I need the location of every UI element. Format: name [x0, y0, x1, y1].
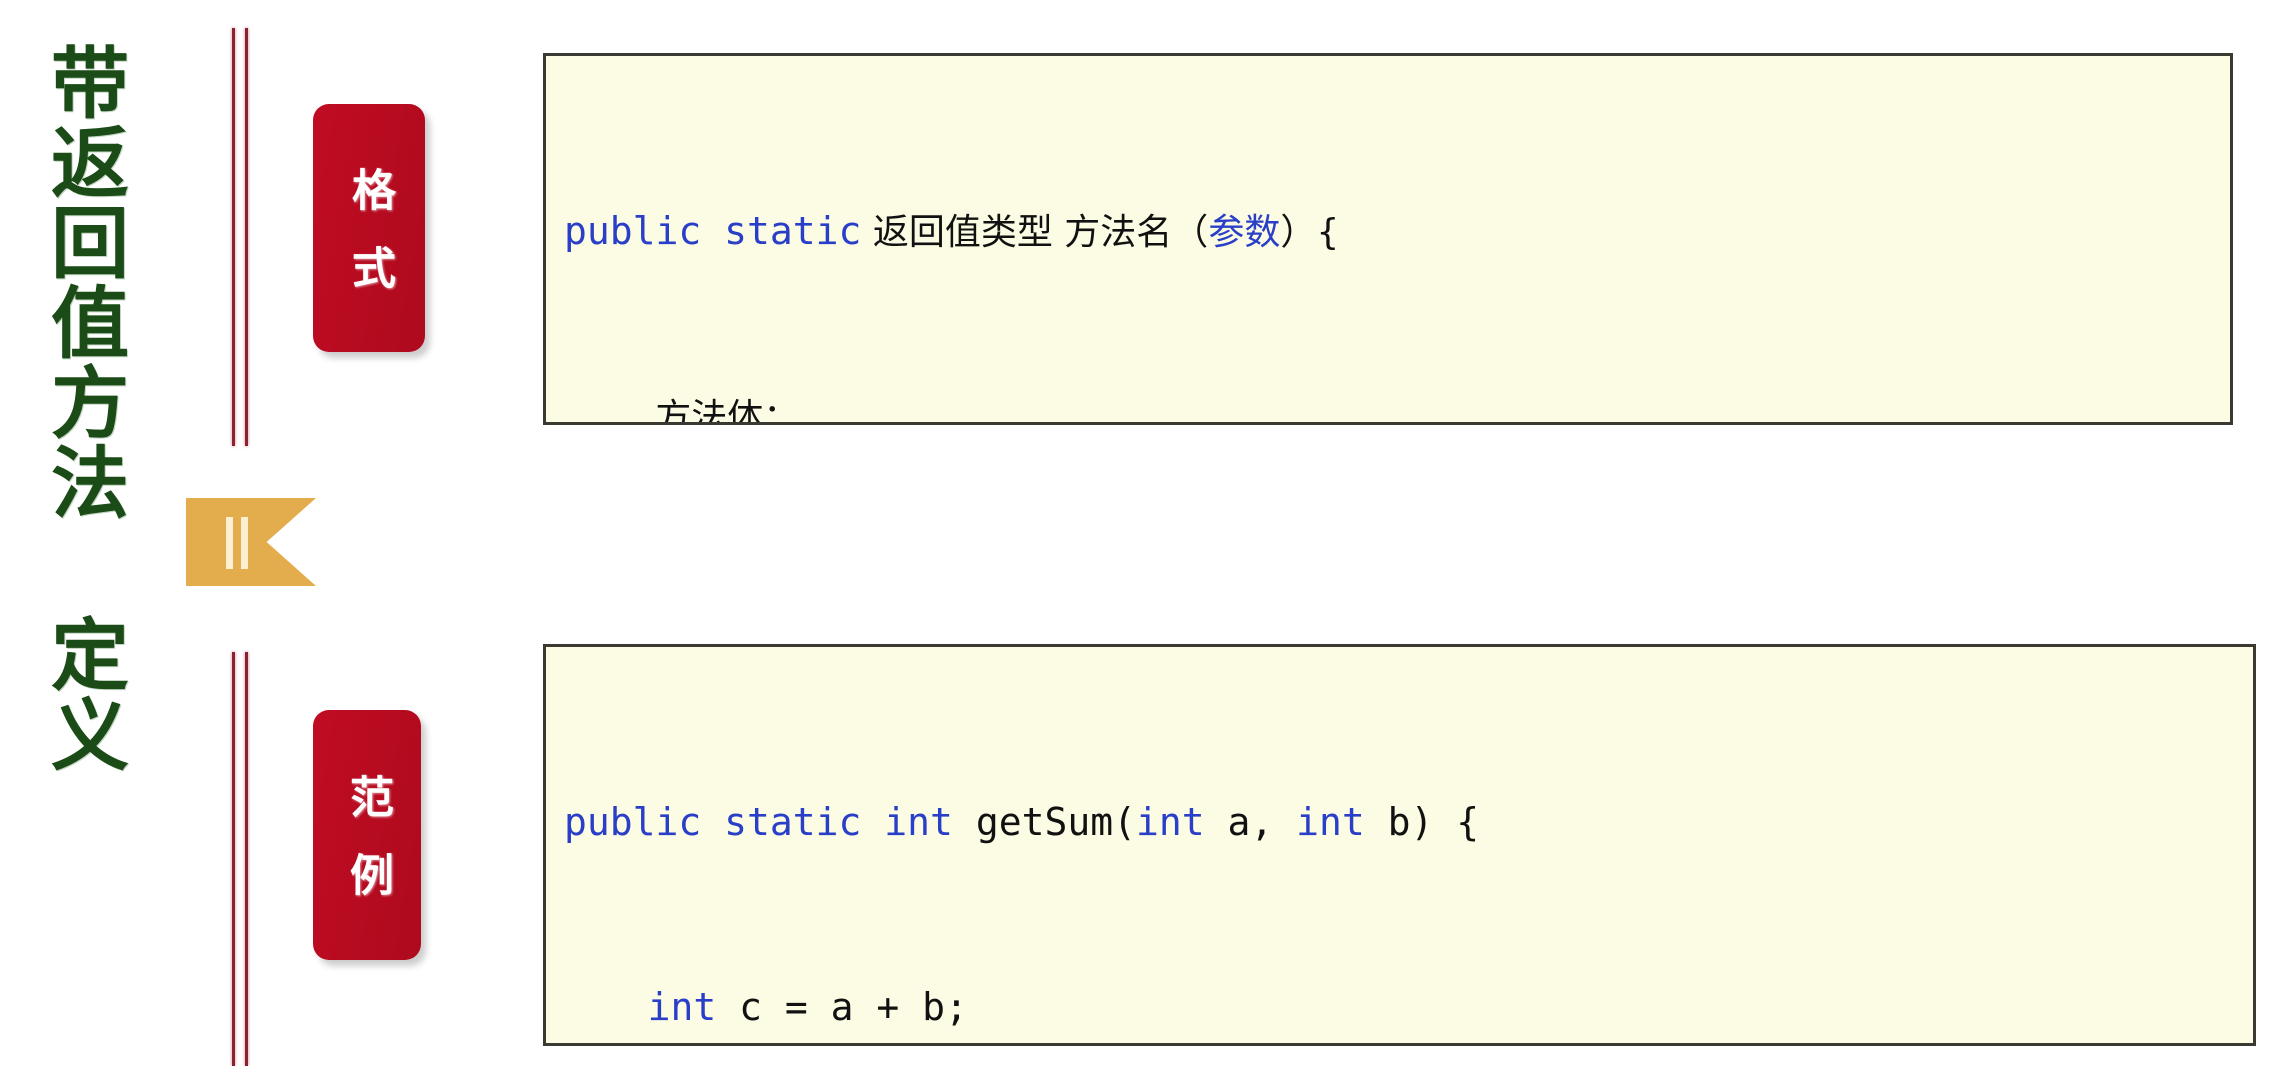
keyword-public-static-int: public static int — [564, 800, 953, 845]
keyword-int-local: int — [647, 984, 717, 1029]
vertical-rule-bottom — [232, 652, 254, 1066]
vertical-rule-top — [232, 28, 254, 446]
assignment-expression: c = a + b; — [716, 984, 968, 1029]
example-code-block: public static int getSum(int a, int b) {… — [543, 644, 2256, 1046]
return-type-and-method-name: 返回值类型 方法名（ — [861, 212, 1209, 254]
format-code-line-1: public static 返回值类型 方法名（参数）{ — [564, 201, 2230, 263]
param-a: a, — [1204, 800, 1297, 845]
format-code-line-2: 方法体； — [564, 386, 2230, 425]
keyword-int-param-a: int — [1135, 800, 1205, 845]
ribbon-bar-right-icon — [241, 517, 248, 569]
keyword-public-static: public static — [564, 209, 862, 254]
format-line1-tail: ）{ — [1280, 212, 1340, 254]
vertical-rule-line-2 — [245, 28, 248, 446]
example-code-line-1: public static int getSum(int a, int b) { — [564, 792, 2253, 854]
format-code-block: public static 返回值类型 方法名（参数）{ 方法体； return… — [543, 53, 2233, 425]
method-name-getsum: getSum( — [952, 800, 1136, 845]
vertical-rule-line-1 — [232, 28, 235, 446]
gold-ribbon-banner — [186, 498, 316, 586]
page-title-vertical: 带返回值方法 定义 — [38, 42, 128, 774]
method-body-text: 方法体； — [655, 396, 800, 425]
ribbon-bar-left-icon — [226, 517, 233, 569]
example-badge: 范例 — [313, 710, 421, 960]
keyword-int-param-b: int — [1296, 800, 1365, 845]
vertical-rule-line-4 — [245, 652, 248, 1066]
param-b-tail: b) { — [1364, 800, 1480, 845]
vertical-rule-line-3 — [232, 652, 235, 1066]
keyword-parameter: 参数 — [1208, 212, 1281, 254]
format-badge: 格式 — [313, 104, 425, 352]
example-code-line-2: int c = a + b; — [564, 977, 2253, 1039]
